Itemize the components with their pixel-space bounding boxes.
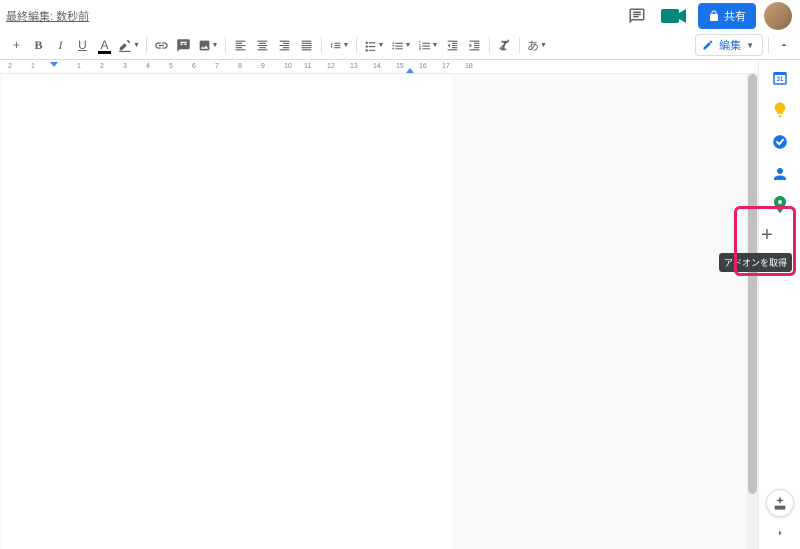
- edit-mode-label: 編集: [719, 37, 741, 53]
- image-button[interactable]: ▼: [195, 35, 221, 56]
- separator: [321, 37, 322, 53]
- ruler-number: 3: [123, 63, 127, 70]
- line-spacing-button[interactable]: ▼: [326, 35, 352, 56]
- ruler-number: 7: [215, 63, 219, 70]
- italic-button[interactable]: I: [50, 35, 71, 56]
- horizontal-ruler[interactable]: 21123456789101112131415161718: [0, 60, 758, 74]
- share-label: 共有: [724, 8, 746, 24]
- ruler-indent-end[interactable]: [406, 68, 414, 73]
- vertical-scrollbar[interactable]: [747, 74, 758, 549]
- keep-icon[interactable]: [770, 100, 790, 120]
- side-panel: 31: [758, 60, 800, 549]
- last-edit-link[interactable]: 最終編集: 数秒前: [6, 8, 89, 24]
- share-button[interactable]: 共有: [698, 3, 756, 29]
- pencil-icon: [702, 39, 714, 51]
- side-panel-collapse-button[interactable]: [770, 523, 790, 543]
- input-mode-button[interactable]: あ▼: [524, 35, 550, 56]
- align-left-button[interactable]: [230, 35, 251, 56]
- bullet-list-button[interactable]: ▼: [388, 35, 414, 56]
- ruler-number: 9: [261, 63, 265, 70]
- main-area: 21123456789101112131415161718 31: [0, 60, 800, 549]
- get-addons-button[interactable]: +: [752, 220, 782, 250]
- ruler-number: 5: [169, 63, 173, 70]
- comment-button[interactable]: [173, 35, 194, 56]
- side-panel-bottom: [766, 489, 794, 543]
- align-center-button[interactable]: [252, 35, 273, 56]
- ruler-indent-start[interactable]: [50, 62, 58, 67]
- document-area: 21123456789101112131415161718: [0, 60, 758, 549]
- add-button[interactable]: +: [6, 35, 27, 56]
- indent-decrease-button[interactable]: [442, 35, 463, 56]
- avatar[interactable]: [764, 2, 792, 30]
- separator: [356, 37, 357, 53]
- text-color-button[interactable]: A: [94, 35, 115, 56]
- toolbar-left: + B I U A ▼ ▼ ▼ ▼ ▼ ▼ あ▼: [6, 35, 550, 56]
- ruler-number: 13: [350, 63, 358, 70]
- clear-formatting-button[interactable]: [494, 35, 515, 56]
- lock-icon: [708, 10, 720, 22]
- ruler-number: 1: [77, 63, 81, 70]
- scrollbar-thumb[interactable]: [748, 74, 757, 494]
- underline-button[interactable]: U: [72, 35, 93, 56]
- separator: [519, 37, 520, 53]
- ruler-number: 12: [327, 63, 335, 70]
- maps-icon[interactable]: [770, 196, 790, 216]
- align-right-button[interactable]: [274, 35, 295, 56]
- separator: [489, 37, 490, 53]
- ruler-number: 2: [100, 63, 104, 70]
- collapse-toolbar-button[interactable]: [774, 34, 794, 56]
- ruler-number: 8: [238, 63, 242, 70]
- ruler-number: 18: [465, 63, 473, 70]
- numbered-list-button[interactable]: ▼: [415, 35, 441, 56]
- highlight-color-button[interactable]: ▼: [116, 35, 142, 56]
- ruler-number: 15: [396, 63, 404, 70]
- ruler-number: 11: [304, 63, 311, 70]
- addons-tooltip: アドオンを取得: [719, 253, 792, 272]
- edit-mode-button[interactable]: 編集 ▼: [695, 34, 763, 56]
- align-justify-button[interactable]: [296, 35, 317, 56]
- separator: [768, 37, 769, 53]
- contacts-icon[interactable]: [770, 164, 790, 184]
- ruler-number: 6: [192, 63, 196, 70]
- separator: [146, 37, 147, 53]
- separator: [225, 37, 226, 53]
- ruler-number: 17: [442, 63, 450, 70]
- ruler-number: 4: [146, 63, 150, 70]
- bold-button[interactable]: B: [28, 35, 49, 56]
- link-button[interactable]: [151, 35, 172, 56]
- meet-button[interactable]: [658, 4, 690, 28]
- ruler-number: 1: [31, 63, 35, 70]
- header-bar: 最終編集: 数秒前 共有: [0, 0, 800, 31]
- ruler-number: 10: [284, 63, 292, 70]
- toolbar: + B I U A ▼ ▼ ▼ ▼ ▼ ▼ あ▼ 編集 ▼: [0, 31, 800, 60]
- calendar-icon[interactable]: 31: [770, 68, 790, 88]
- ruler-number: 2: [8, 63, 12, 70]
- explore-button[interactable]: [766, 489, 794, 517]
- document-page[interactable]: [2, 74, 452, 549]
- indent-increase-button[interactable]: [464, 35, 485, 56]
- ruler-number: 14: [373, 63, 381, 70]
- header-actions: 共有: [624, 2, 792, 30]
- toolbar-right: 編集 ▼: [695, 34, 794, 56]
- ruler-number: 16: [419, 63, 427, 70]
- comments-icon[interactable]: [624, 3, 650, 29]
- tasks-icon[interactable]: [770, 132, 790, 152]
- checklist-button[interactable]: ▼: [361, 35, 387, 56]
- svg-text:31: 31: [776, 77, 783, 83]
